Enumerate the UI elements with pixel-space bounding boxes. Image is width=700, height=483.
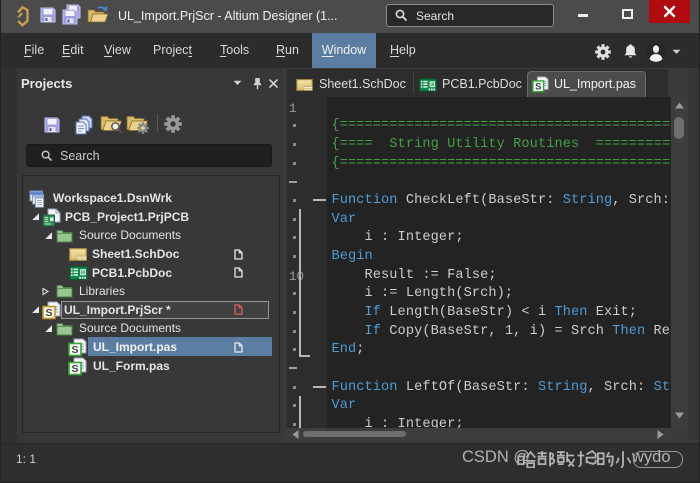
svg-text:S: S bbox=[71, 344, 78, 356]
svg-text:S: S bbox=[45, 307, 52, 319]
svg-text:S: S bbox=[535, 80, 541, 91]
svg-text:S: S bbox=[71, 363, 78, 375]
